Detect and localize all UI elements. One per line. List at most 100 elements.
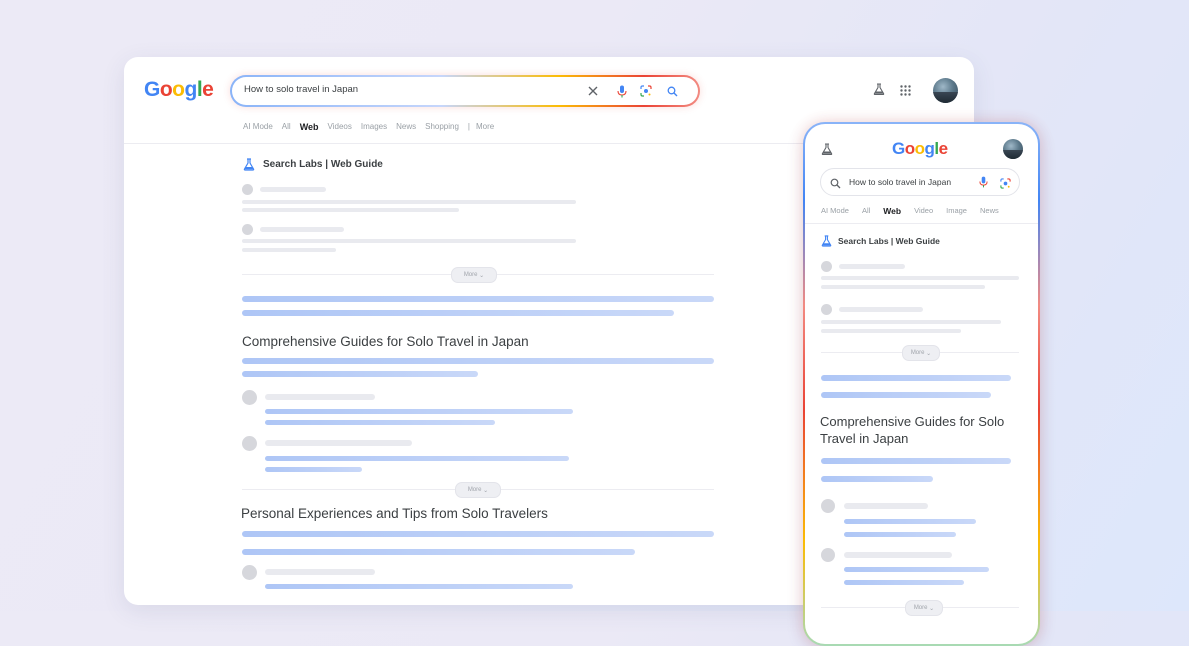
mic-icon[interactable]: [979, 175, 988, 193]
result-source-bar: [844, 552, 952, 558]
logo-letter: g: [184, 78, 198, 101]
tab-all[interactable]: All: [282, 122, 291, 132]
result-title-bar: [265, 456, 569, 461]
logo-letter: e: [938, 139, 948, 158]
logo-letter: e: [202, 78, 214, 101]
tab-news[interactable]: News: [396, 122, 416, 132]
result-favicon: [821, 548, 835, 562]
search-input[interactable]: How to solo travel in Japan: [849, 177, 951, 187]
section-heading[interactable]: Comprehensive Guides for Solo Travel in …: [820, 413, 1018, 447]
search-icon[interactable]: [664, 83, 680, 99]
tabs-divider: |: [467, 122, 470, 131]
result-title-bar: [242, 200, 576, 204]
result-snippet-bar: [844, 580, 964, 585]
search-icon[interactable]: [830, 176, 841, 194]
tab-web[interactable]: Web: [883, 206, 901, 216]
lens-icon[interactable]: [638, 83, 654, 99]
result-favicon: [242, 390, 257, 405]
logo-letter: o: [914, 139, 925, 158]
mic-icon[interactable]: [614, 83, 630, 99]
search-input[interactable]: How to solo travel in Japan: [244, 84, 358, 95]
labs-flask-icon[interactable]: [821, 142, 833, 160]
result-favicon: [242, 565, 257, 580]
result-title-bar: [242, 239, 576, 243]
result-title-bar: [242, 296, 714, 302]
avatar[interactable]: [933, 78, 958, 103]
clear-icon[interactable]: [585, 83, 601, 99]
tab-all[interactable]: All: [862, 206, 870, 216]
result-title-bar: [844, 567, 989, 572]
tab-image[interactable]: Image: [946, 206, 967, 216]
section-heading[interactable]: Personal Experiences and Tips from Solo …: [241, 506, 548, 521]
result-source-bar: [844, 503, 928, 509]
tab-ai-mode[interactable]: AI Mode: [821, 206, 849, 216]
result-favicon: [821, 261, 832, 272]
more-label: More: [467, 487, 482, 493]
result-source-bar: [265, 394, 375, 400]
more-label: More: [910, 350, 925, 356]
tab-shopping[interactable]: Shopping: [425, 122, 459, 132]
result-snippet-bar: [821, 329, 961, 333]
apps-grid-icon[interactable]: [900, 83, 911, 101]
result-favicon: [242, 436, 257, 451]
tab-ai-mode[interactable]: AI Mode: [243, 122, 273, 132]
result-title-bar: [821, 375, 1011, 381]
result-favicon: [242, 224, 253, 235]
result-source-bar: [839, 307, 923, 312]
more-button[interactable]: More ⌄: [902, 345, 940, 361]
google-logo[interactable]: Google: [892, 139, 948, 159]
mobile-window: Google How to solo travel in Japan AI Mo…: [803, 122, 1040, 646]
result-source-bar: [839, 264, 905, 269]
header-divider: [805, 223, 1038, 224]
search-tabs: AI Mode All Web Videos Images News Shopp…: [243, 122, 503, 132]
more-label: More: [913, 605, 928, 611]
section-summary-bar: [821, 458, 1011, 464]
section-summary-bar: [242, 358, 714, 364]
labs-flask-icon: [243, 158, 255, 176]
search-tabs: AI Mode All Web Video Image News: [821, 206, 1012, 216]
avatar[interactable]: [1003, 139, 1023, 159]
section-summary-bar: [242, 371, 478, 377]
labs-title: Search Labs | Web Guide: [838, 236, 940, 246]
tab-more[interactable]: More: [476, 122, 494, 132]
logo-letter: G: [892, 139, 905, 158]
section-heading[interactable]: Comprehensive Guides for Solo Travel in …: [242, 334, 529, 349]
logo-letter: o: [159, 78, 173, 101]
result-snippet-bar: [265, 420, 495, 425]
result-snippet-bar: [242, 248, 336, 252]
section-summary-bar: [242, 531, 714, 537]
tab-images[interactable]: Images: [361, 122, 387, 132]
logo-letter: G: [144, 78, 160, 101]
result-snippet-bar: [844, 532, 956, 537]
result-source-bar: [260, 187, 326, 192]
section-summary-bar: [242, 549, 635, 555]
more-label: More: [463, 272, 478, 278]
result-source-bar: [265, 569, 375, 575]
search-box[interactable]: How to solo travel in Japan: [820, 168, 1020, 196]
result-title-bar: [821, 320, 1001, 324]
result-source-bar: [260, 227, 344, 232]
logo-letter: o: [904, 139, 915, 158]
labs-flask-icon: [821, 234, 832, 252]
result-favicon: [821, 499, 835, 513]
result-snippet-bar: [242, 208, 459, 212]
result-title-bar: [265, 409, 573, 414]
google-logo[interactable]: Google: [144, 78, 214, 102]
tab-videos[interactable]: Videos: [328, 122, 352, 132]
more-button[interactable]: More ⌄: [455, 482, 501, 498]
lens-icon[interactable]: [1000, 176, 1011, 194]
search-box[interactable]: How to solo travel in Japan: [230, 75, 700, 107]
labs-title: Search Labs | Web Guide: [263, 159, 383, 170]
tab-news[interactable]: News: [980, 206, 999, 216]
result-title-bar: [821, 276, 1019, 280]
result-favicon: [821, 304, 832, 315]
more-button[interactable]: More ⌄: [905, 600, 943, 616]
tab-web[interactable]: Web: [300, 122, 319, 132]
tab-video[interactable]: Video: [914, 206, 933, 216]
result-favicon: [242, 184, 253, 195]
labs-flask-icon[interactable]: [873, 82, 885, 100]
result-snippet-bar: [265, 467, 362, 472]
result-title-bar: [265, 584, 573, 589]
more-button[interactable]: More ⌄: [451, 267, 497, 283]
result-source-bar: [265, 440, 412, 446]
